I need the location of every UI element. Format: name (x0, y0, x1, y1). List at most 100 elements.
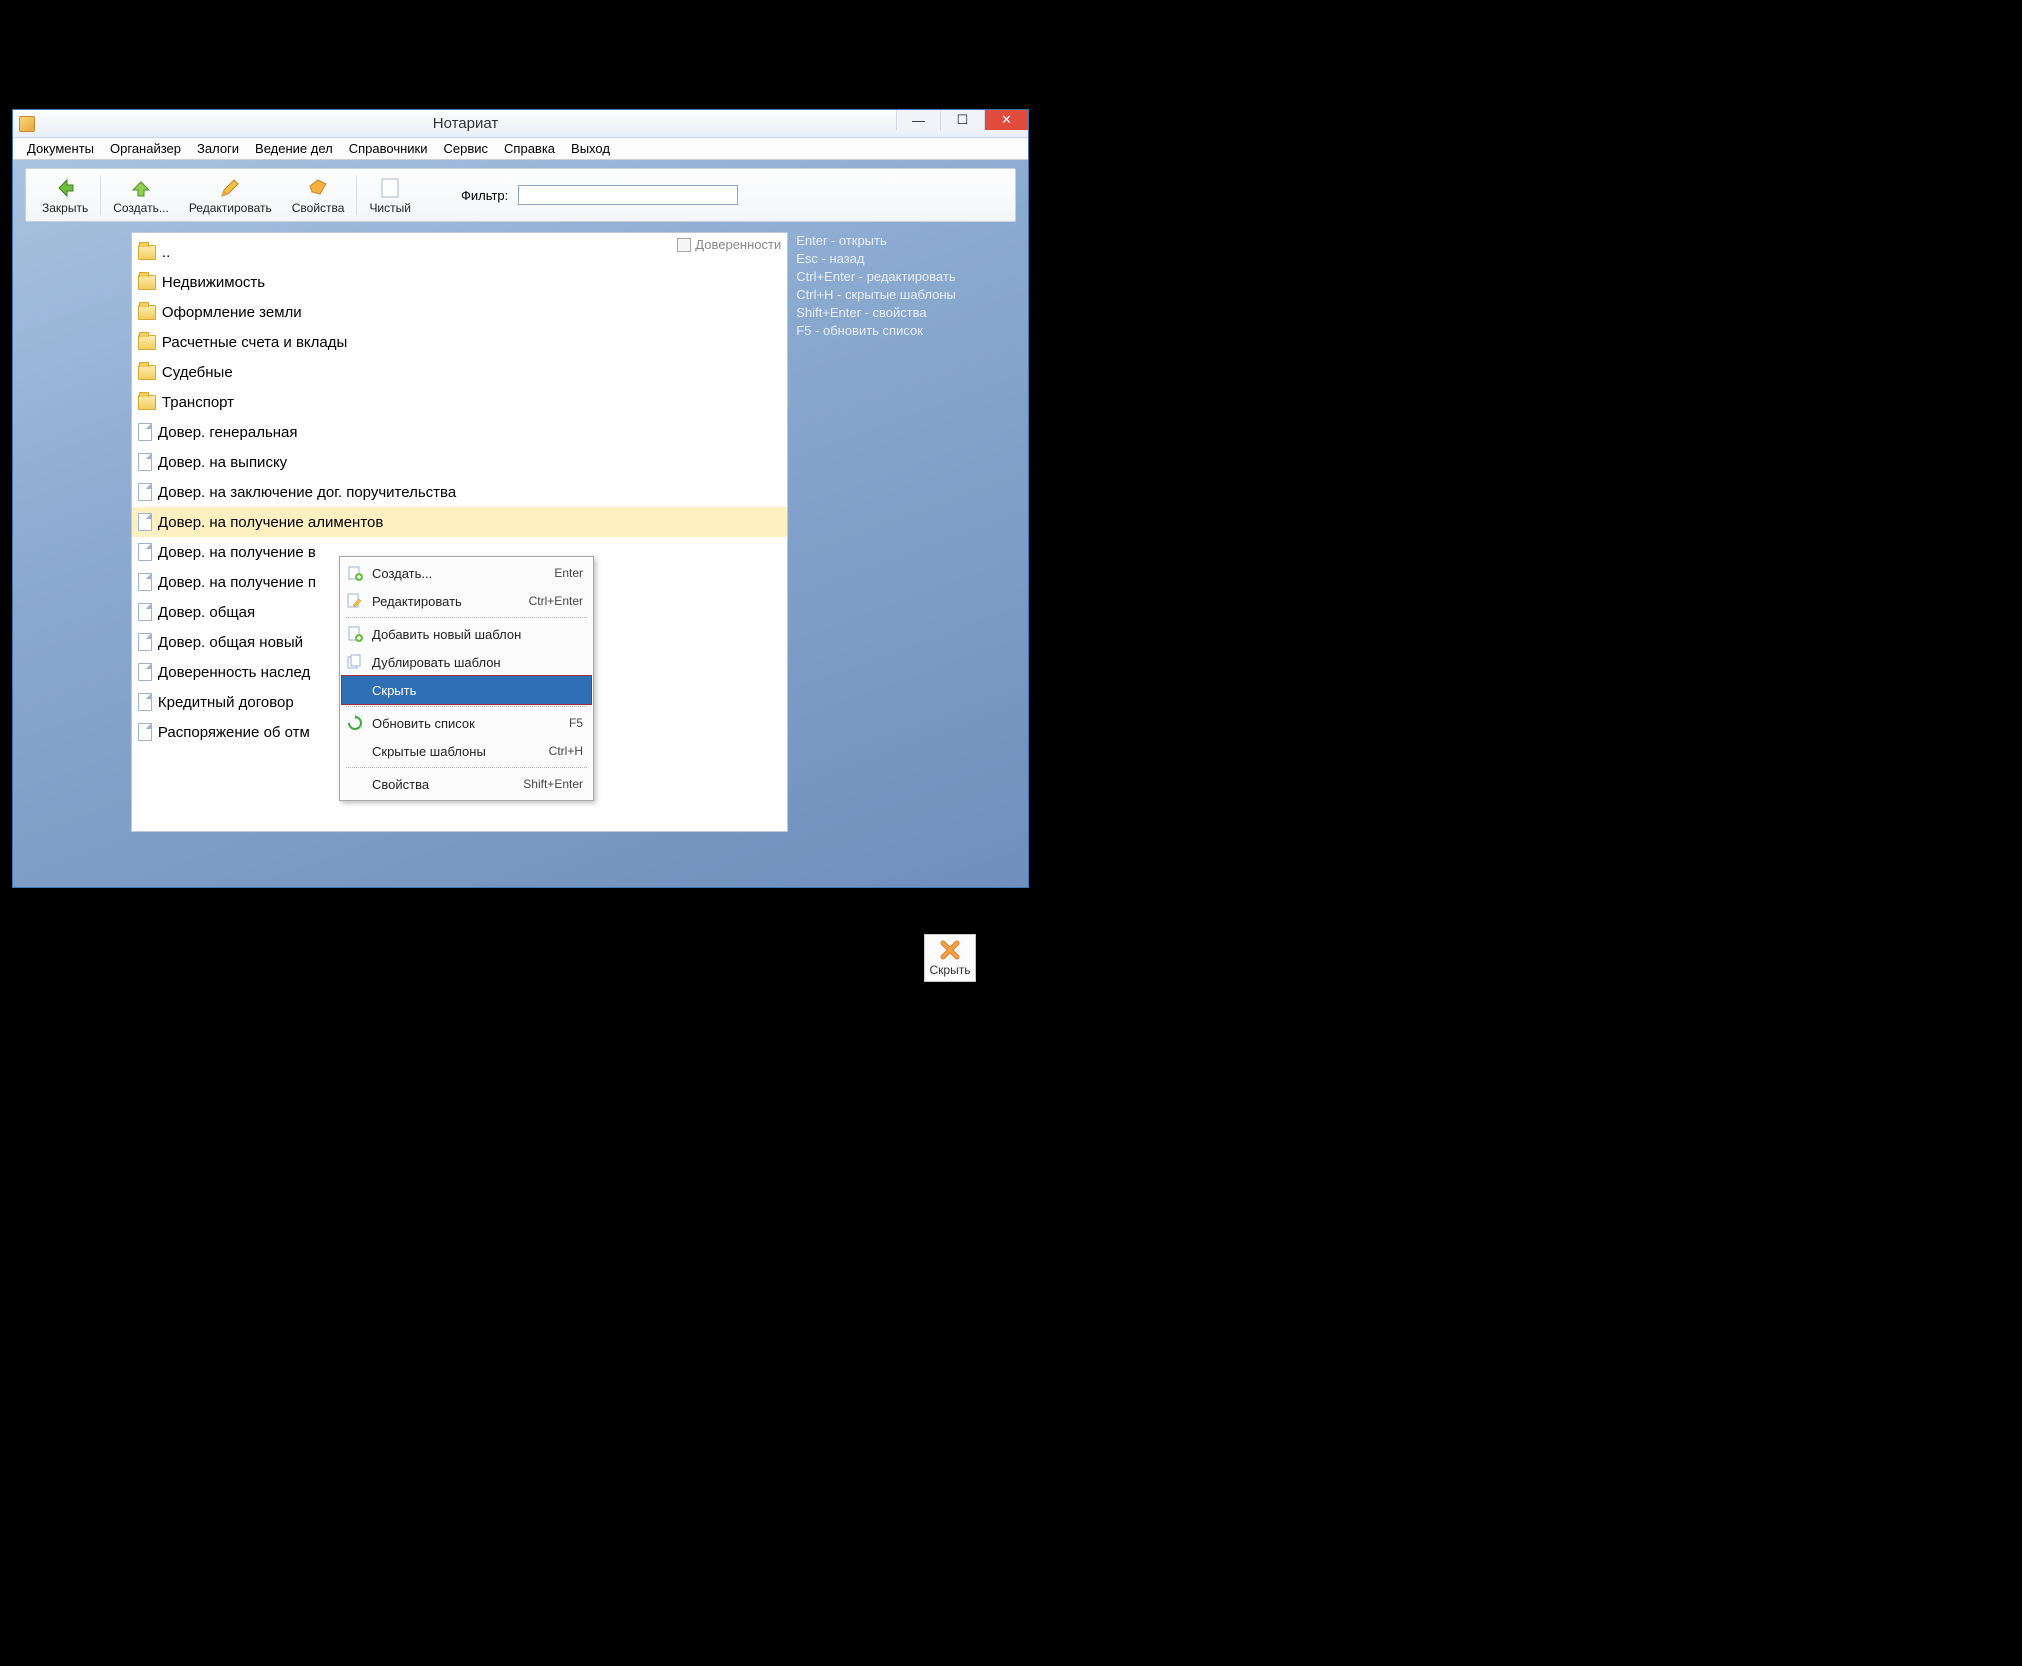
menu-organizer[interactable]: Органайзер (102, 139, 189, 158)
menu-cases[interactable]: Ведение дел (247, 139, 341, 158)
menu-pledges[interactable]: Залоги (189, 139, 247, 158)
menu-help[interactable]: Справка (496, 139, 563, 158)
pencil-icon (346, 592, 364, 610)
context-item-label: Редактировать (372, 594, 521, 609)
list-item-label: .. (162, 244, 170, 261)
x-icon (939, 939, 961, 961)
add-page-icon (346, 625, 364, 643)
blank-icon (346, 742, 364, 760)
help-line: Shift+Enter - свойства (796, 304, 1016, 322)
context-item[interactable]: Добавить новый шаблон (342, 620, 591, 648)
folder-icon (138, 305, 156, 320)
help-line: Enter - открыть (796, 232, 1016, 250)
help-panel: Enter - открытьEsc - назадCtrl+Enter - р… (796, 232, 1016, 832)
help-line: Ctrl+H - скрытые шаблоны (796, 286, 1016, 304)
toolbar-clean-button[interactable]: Чистый (359, 174, 421, 217)
list-header[interactable]: Доверенности (677, 237, 781, 252)
toolbar-create-label: Создать... (113, 201, 169, 215)
list-item-label: Довер. на получение в (158, 544, 316, 561)
list-item-label: Довер. на выписку (158, 454, 287, 471)
dup-page-icon (346, 653, 364, 671)
context-item[interactable]: Создать... Enter (342, 559, 591, 587)
list-item[interactable]: Довер. на заключение дог. поручительства (132, 477, 787, 507)
toolbar-create-button[interactable]: Создать... (103, 174, 179, 217)
close-button[interactable]: ✕ (984, 110, 1028, 130)
list-item-label: Довер. на получение п (158, 574, 316, 591)
list-item[interactable]: Судебные (132, 357, 787, 387)
pencil-icon (218, 176, 242, 200)
menu-service[interactable]: Сервис (436, 139, 497, 158)
context-separator (346, 617, 587, 618)
context-item-shortcut: Shift+Enter (523, 777, 583, 791)
list-item-label: Судебные (162, 364, 233, 381)
list-item[interactable]: Оформление земли (132, 297, 787, 327)
list-item-label: Доверенность наслед (158, 664, 310, 681)
document-icon (138, 483, 152, 501)
list-item-label: Кредитный договор (158, 694, 294, 711)
context-item-label: Добавить новый шаблон (372, 627, 583, 642)
context-separator (346, 767, 587, 768)
app-icon (19, 116, 35, 132)
context-item[interactable]: Скрыть (342, 676, 591, 704)
list-item[interactable]: Транспорт (132, 387, 787, 417)
menu-documents[interactable]: Документы (19, 139, 102, 158)
context-menu: Создать... Enter РедактироватьCtrl+Enter До… (339, 556, 594, 801)
plus-icon (346, 564, 364, 582)
document-icon (138, 573, 152, 591)
toolbar-props-button[interactable]: Свойства (282, 174, 355, 217)
toolbar-edit-button[interactable]: Редактировать (179, 174, 282, 217)
maximize-button[interactable]: ☐ (940, 110, 984, 130)
titlebar[interactable]: Нотариат — ☐ ✕ (13, 110, 1028, 138)
context-item[interactable]: РедактироватьCtrl+Enter (342, 587, 591, 615)
filter-label: Фильтр: (461, 188, 508, 203)
page-icon (378, 176, 402, 200)
menu-exit[interactable]: Выход (563, 139, 618, 158)
context-item-label: Создать... (372, 566, 546, 581)
list-item-label: Довер. общая новый (158, 634, 303, 651)
arrow-up-icon (129, 176, 153, 200)
window-title: Нотариат (35, 115, 896, 132)
list-item-label: Довер. генеральная (158, 424, 298, 441)
hide-float-button[interactable]: Скрыть (924, 934, 976, 982)
document-icon (138, 633, 152, 651)
hide-float-label: Скрыть (930, 963, 971, 977)
context-item-label: Дублировать шаблон (372, 655, 583, 670)
toolbar-edit-label: Редактировать (189, 201, 272, 215)
toolbar-sep (356, 175, 357, 215)
document-icon (138, 423, 152, 441)
context-separator (346, 706, 587, 707)
list-item[interactable]: Расчетные счета и вклады (132, 327, 787, 357)
context-item[interactable]: Обновить список F5 (342, 709, 591, 737)
filter-input[interactable] (518, 185, 738, 205)
toolbar-close-button[interactable]: Закрыть (32, 174, 98, 217)
toolbar-props-label: Свойства (292, 201, 345, 215)
context-item[interactable]: Скрытые шаблоныCtrl+H (342, 737, 591, 765)
help-line: F5 - обновить список (796, 322, 1016, 340)
list-item[interactable]: Довер. на выписку (132, 447, 787, 477)
context-item-shortcut: Ctrl+H (549, 744, 583, 758)
document-icon (138, 693, 152, 711)
context-item-shortcut: F5 (569, 716, 583, 730)
folder-icon (138, 395, 156, 410)
list-item-label: Транспорт (162, 394, 234, 411)
document-icon (138, 603, 152, 621)
minimize-button[interactable]: — (896, 110, 940, 130)
help-line: Esc - назад (796, 250, 1016, 268)
context-item[interactable]: Дублировать шаблон (342, 648, 591, 676)
menu-references[interactable]: Справочники (341, 139, 436, 158)
list-item[interactable]: Довер. на получение алиментов (132, 507, 787, 537)
arrow-left-icon (53, 176, 77, 200)
context-item-label: Обновить список (372, 716, 561, 731)
context-item[interactable]: Свойства Shift+Enter (342, 770, 591, 798)
menubar: Документы Органайзер Залоги Ведение дел … (13, 138, 1028, 160)
list-item[interactable]: Недвижимость (132, 267, 787, 297)
document-icon (138, 663, 152, 681)
checkbox-icon[interactable] (677, 238, 691, 252)
context-item-label: Свойства (372, 777, 515, 792)
context-item-label: Скрыть (372, 683, 583, 698)
context-item-shortcut: Enter (554, 566, 583, 580)
folder-icon (138, 275, 156, 290)
list-item-label: Распоряжение об отм (158, 724, 310, 741)
list-item-label: Довер. общая (158, 604, 255, 621)
list-item[interactable]: Довер. генеральная (132, 417, 787, 447)
